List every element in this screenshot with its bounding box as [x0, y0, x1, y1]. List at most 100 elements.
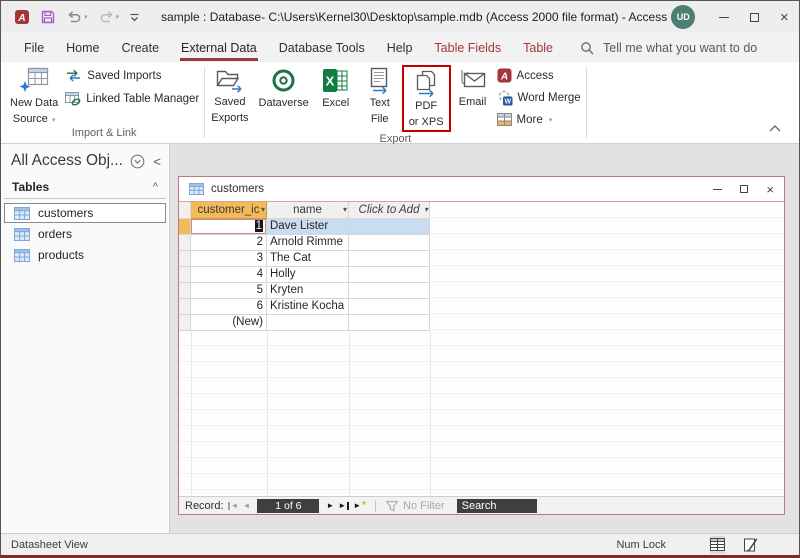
table-row[interactable]: 6 Kristine Kocha	[179, 299, 431, 315]
row-selector[interactable]	[179, 219, 191, 235]
window-minimize-button[interactable]	[713, 188, 723, 190]
tab-create[interactable]: Create	[111, 33, 171, 62]
tab-file[interactable]: File	[13, 33, 55, 62]
window-close-button[interactable]: ×	[766, 183, 774, 196]
cell-empty[interactable]	[267, 315, 349, 331]
redo-dropdown-icon[interactable]: ▾	[116, 13, 120, 21]
document-area: customers × customer_ic ▾ name ▾ Click t…	[170, 144, 799, 533]
save-button[interactable]	[37, 7, 59, 27]
next-record-button[interactable]: ►	[326, 501, 334, 510]
saved-imports-button[interactable]: Saved Imports	[65, 67, 199, 84]
row-selector[interactable]	[179, 267, 191, 283]
tell-me-search[interactable]: Tell me what you want to do	[580, 33, 757, 62]
cell-customer-id[interactable]: 6	[191, 299, 267, 315]
design-view-button[interactable]	[739, 536, 763, 554]
pdf-or-xps-button[interactable]: PDF or XPS	[404, 67, 449, 129]
last-record-button[interactable]: ►	[338, 501, 350, 510]
new-data-source-button[interactable]: New Data Source ▾	[5, 64, 63, 126]
saved-exports-button[interactable]: Saved Exports	[206, 64, 253, 125]
close-button[interactable]: ×	[769, 3, 799, 31]
sidebar-item-orders[interactable]: orders	[4, 224, 166, 244]
sidebar-item-customers[interactable]: customers	[4, 203, 166, 223]
export-access-button[interactable]: A Access	[497, 67, 581, 84]
select-all-cell[interactable]	[179, 202, 191, 219]
first-record-button[interactable]: ◄	[227, 501, 238, 510]
cell-customer-id[interactable]: 1	[191, 219, 267, 235]
tables-group-header[interactable]: Tables ^	[4, 177, 166, 199]
collapse-ribbon-button[interactable]	[769, 119, 781, 137]
new-record-button[interactable]: ► *	[353, 500, 366, 511]
record-navigation-bar: Record: ◄ ◄ 1 of 6 ► ► ► * No Filter Sear…	[179, 496, 784, 514]
datasheet-view-button[interactable]	[710, 535, 725, 554]
collapse-group-icon[interactable]: ^	[153, 181, 158, 193]
window-maximize-button[interactable]	[740, 185, 749, 193]
tab-external-data[interactable]: External Data	[170, 33, 268, 62]
word-merge-button[interactable]: W Word Merge	[497, 89, 581, 106]
row-selector[interactable]	[179, 315, 191, 331]
row-selector[interactable]	[179, 299, 191, 315]
table-window-title-bar[interactable]: customers ×	[179, 177, 784, 202]
nav-pane-menu-icon[interactable]	[130, 154, 145, 169]
row-selector[interactable]	[179, 283, 191, 299]
record-position-box[interactable]: 1 of 6	[257, 498, 320, 513]
excel-button[interactable]: X Excel	[314, 64, 358, 110]
table-row[interactable]: 2 Arnold Rimme	[179, 235, 431, 251]
cell-name[interactable]: Kristine Kocha	[267, 299, 349, 315]
cell-name[interactable]: The Cat	[267, 251, 349, 267]
text-file-button[interactable]: Text File	[358, 64, 402, 126]
new-record-row[interactable]: (New)	[179, 315, 431, 331]
new-data-source-icon	[19, 67, 49, 92]
cell-name[interactable]: Arnold Rimme	[267, 235, 349, 251]
record-search-input[interactable]: Search	[456, 498, 537, 513]
tab-table[interactable]: Table	[512, 33, 564, 62]
more-button[interactable]: More ▾	[496, 111, 581, 128]
cell-empty[interactable]	[349, 235, 430, 251]
column-dropdown-icon[interactable]: ▾	[261, 205, 265, 214]
column-dropdown-icon[interactable]: ▾	[343, 205, 347, 214]
minimize-button[interactable]	[709, 3, 739, 31]
cell-empty[interactable]	[349, 219, 430, 235]
table-row[interactable]: 3 The Cat	[179, 251, 431, 267]
cell-name[interactable]: Kryten	[267, 283, 349, 299]
cell-customer-id[interactable]: 4	[191, 267, 267, 283]
column-dropdown-icon[interactable]: ▾	[424, 205, 428, 214]
maximize-button[interactable]	[739, 3, 769, 31]
cell-customer-id[interactable]: 5	[191, 283, 267, 299]
sidebar-item-products[interactable]: products	[4, 245, 166, 265]
user-avatar[interactable]: UD	[671, 5, 696, 29]
column-header-name[interactable]: name ▾	[267, 202, 349, 219]
tab-help[interactable]: Help	[376, 33, 424, 62]
dataverse-button[interactable]: Dataverse	[254, 64, 314, 110]
column-header-customer-id[interactable]: customer_ic ▾	[191, 202, 267, 219]
tab-database-tools[interactable]: Database Tools	[268, 33, 376, 62]
cell-new-record[interactable]: (New)	[191, 315, 267, 331]
shutter-bar-close-button[interactable]: <	[153, 154, 161, 169]
customize-quick-access-toolbar-button[interactable]	[126, 10, 143, 25]
no-filter-button[interactable]: No Filter	[385, 500, 445, 512]
table-row[interactable]: 5 Kryten	[179, 283, 431, 299]
cell-customer-id[interactable]: 3	[191, 251, 267, 267]
row-selector[interactable]	[179, 235, 191, 251]
tab-table-fields[interactable]: Table Fields	[423, 33, 512, 62]
cell-empty[interactable]	[349, 315, 430, 331]
email-button[interactable]: Email	[451, 64, 495, 109]
cell-name[interactable]: Holly	[267, 267, 349, 283]
cell-customer-id[interactable]: 2	[191, 235, 267, 251]
cell-empty[interactable]	[349, 267, 430, 283]
cell-empty[interactable]	[349, 299, 430, 315]
cell-empty[interactable]	[349, 283, 430, 299]
redo-button[interactable]: ▾	[95, 8, 123, 26]
previous-record-button[interactable]: ◄	[242, 501, 250, 510]
table-row[interactable]: 1 Dave Lister	[179, 219, 431, 235]
undo-button[interactable]: ▾	[63, 8, 91, 26]
divider	[375, 499, 377, 512]
cell-name[interactable]: Dave Lister	[267, 219, 349, 235]
chevron-up-icon	[769, 125, 781, 132]
tab-home[interactable]: Home	[55, 33, 110, 62]
row-selector[interactable]	[179, 251, 191, 267]
table-row[interactable]: 4 Holly	[179, 267, 431, 283]
cell-empty[interactable]	[349, 251, 430, 267]
undo-dropdown-icon[interactable]: ▾	[84, 13, 88, 21]
linked-table-manager-button[interactable]: Linked Table Manager	[65, 90, 199, 107]
column-header-click-to-add[interactable]: Click to Add ▾	[349, 202, 430, 219]
